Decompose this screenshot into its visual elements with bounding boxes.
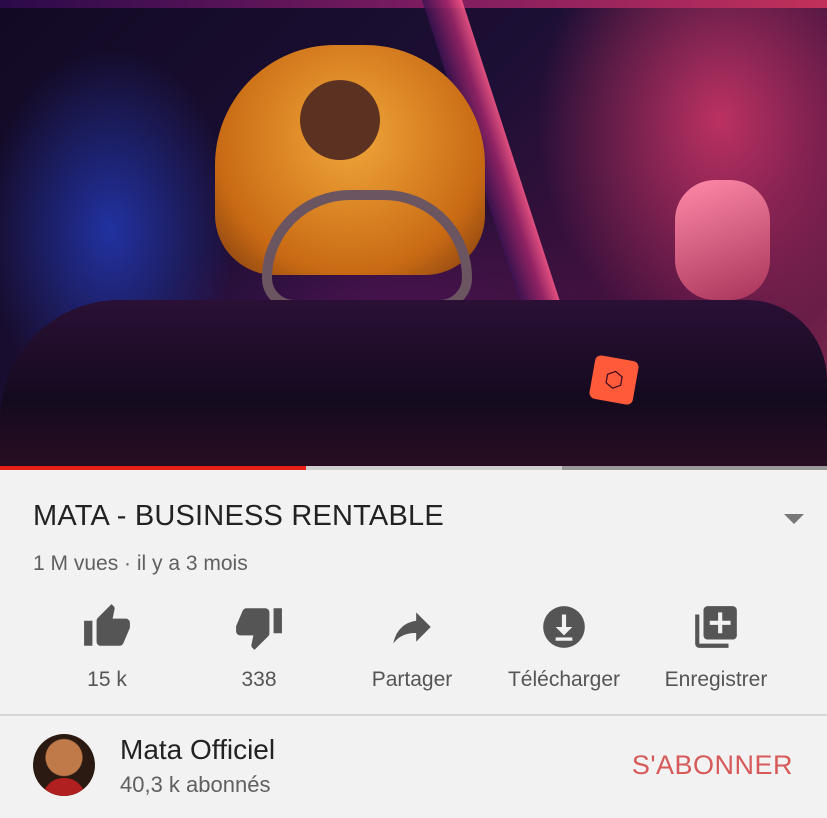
- avatar[interactable]: [33, 734, 95, 796]
- side-mirror: [675, 180, 770, 300]
- car-dashboard: [0, 300, 827, 466]
- video-subject-face: [300, 80, 380, 160]
- video-info-panel: MATA - BUSINESS RENTABLE 1 M vues · il y…: [0, 470, 827, 716]
- dislike-count: 338: [241, 668, 277, 691]
- subscribe-button[interactable]: S'ABONNER: [632, 750, 793, 781]
- download-label: Télécharger: [507, 668, 621, 691]
- video-top-glow: [0, 0, 827, 8]
- dislike-button[interactable]: 338: [184, 602, 334, 692]
- share-button[interactable]: Partager: [337, 602, 487, 692]
- thumbs-down-icon: [236, 608, 282, 650]
- save-label: Enregistrer: [664, 668, 768, 691]
- hexagon-logo-icon: ⬡: [588, 354, 640, 406]
- like-count: 15 k: [87, 668, 127, 691]
- download-icon: [543, 606, 585, 648]
- video-player[interactable]: ⬡: [0, 0, 827, 466]
- share-icon: [393, 612, 431, 644]
- video-title[interactable]: MATA - BUSINESS RENTABLE: [33, 500, 444, 533]
- channel-name[interactable]: Mata Officiel: [120, 734, 275, 766]
- action-bar: 15 k 338 Partager Télécharger Enregistre…: [0, 602, 827, 702]
- subscriber-count: 40,3 k abonnés: [120, 772, 271, 797]
- save-button[interactable]: Enregistrer: [641, 602, 791, 692]
- share-label: Partager: [371, 668, 453, 691]
- like-button[interactable]: 15 k: [32, 602, 182, 692]
- playlist-add-icon: [695, 606, 737, 648]
- thumbs-up-icon: [84, 604, 130, 646]
- chevron-down-icon[interactable]: [784, 514, 804, 524]
- channel-row: Mata Officiel 40,3 k abonnés S'ABONNER: [0, 716, 827, 818]
- video-meta: 1 M vues · il y a 3 mois: [33, 552, 248, 575]
- download-button[interactable]: Télécharger: [489, 602, 639, 692]
- avatar-shirt: [43, 778, 85, 796]
